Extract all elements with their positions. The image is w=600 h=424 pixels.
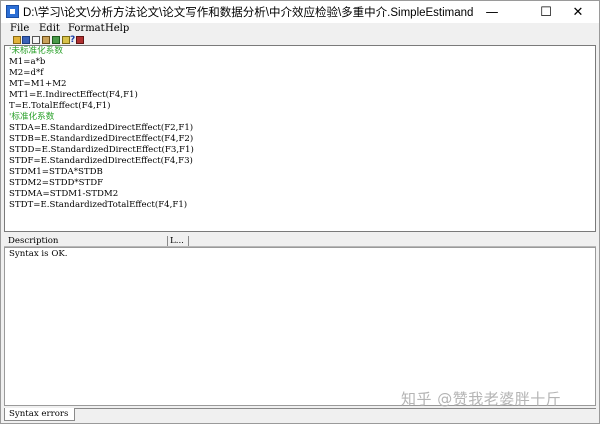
- code-line: STDM2=STDD*STDF: [9, 178, 104, 188]
- code-line: M1=a*b: [9, 57, 46, 67]
- title-bar[interactable]: D:\学习\论文\分析方法论文\论文写作和数据分析\中介效应检验\多重中介.Si…: [1, 1, 599, 23]
- run-icon[interactable]: [52, 36, 60, 44]
- open-icon[interactable]: [13, 36, 21, 44]
- column-header-line[interactable]: L...: [170, 236, 184, 247]
- menu-help[interactable]: Help: [105, 23, 129, 35]
- code-line: STDB=E.StandardizedDirectEffect(F4,F2): [9, 134, 194, 144]
- copy-icon[interactable]: [32, 36, 40, 44]
- column-header-description[interactable]: Description: [8, 236, 58, 247]
- menu-bar: File Edit Format Help: [1, 23, 599, 36]
- code-line: STDD=E.StandardizedDirectEffect(F3,F1): [9, 145, 194, 155]
- window-title: D:\学习\论文\分析方法论文\论文写作和数据分析\中介效应检验\多重中介.Si…: [23, 7, 474, 19]
- code-line: MT=M1+M2: [9, 79, 67, 89]
- minimize-button[interactable]: —: [471, 1, 513, 23]
- syntax-editor[interactable]: '未标准化系数 M1=a*b M2=d*f MT=M1+M2 MT1=E.Ind…: [4, 45, 596, 232]
- tab-syntax-errors[interactable]: Syntax errors: [4, 408, 75, 421]
- toolbar: ?: [1, 36, 599, 45]
- code-line: STDMA=STDM1-STDM2: [9, 189, 119, 199]
- code-line: T=E.TotalEffect(F4,F1): [9, 101, 111, 111]
- menu-edit[interactable]: Edit: [39, 23, 60, 35]
- check-icon[interactable]: [62, 36, 70, 44]
- code-line: M2=d*f: [9, 68, 44, 78]
- message-list-header: Description L...: [4, 236, 596, 247]
- code-line: '标准化系数: [9, 112, 55, 122]
- syntax-status-message: Syntax is OK.: [9, 249, 68, 259]
- paste-icon[interactable]: [42, 36, 50, 44]
- menu-format[interactable]: Format: [68, 23, 105, 35]
- code-line: STDA=E.StandardizedDirectEffect(F2,F1): [9, 123, 194, 133]
- close-button[interactable]: ✕: [557, 1, 599, 23]
- code-line: '未标准化系数: [9, 46, 63, 56]
- app-window: D:\学习\论文\分析方法论文\论文写作和数据分析\中介效应检验\多重中介.Si…: [0, 0, 600, 424]
- code-line: STDM1=STDA*STDB: [9, 167, 103, 177]
- column-divider[interactable]: [188, 236, 189, 246]
- column-divider[interactable]: [167, 236, 168, 246]
- code-line: MT1=E.IndirectEffect(F4,F1): [9, 90, 138, 100]
- watermark: 知乎 @赞我老婆胖十斤: [401, 390, 562, 408]
- book-icon[interactable]: [76, 36, 84, 44]
- app-icon: [6, 5, 19, 18]
- code-line: STDF=E.StandardizedDirectEffect(F4,F3): [9, 156, 193, 166]
- save-icon[interactable]: [22, 36, 30, 44]
- code-line: STDT=E.StandardizedTotalEffect(F4,F1): [9, 200, 188, 210]
- menu-file[interactable]: File: [10, 23, 29, 35]
- message-panel[interactable]: Syntax is OK.: [4, 247, 596, 406]
